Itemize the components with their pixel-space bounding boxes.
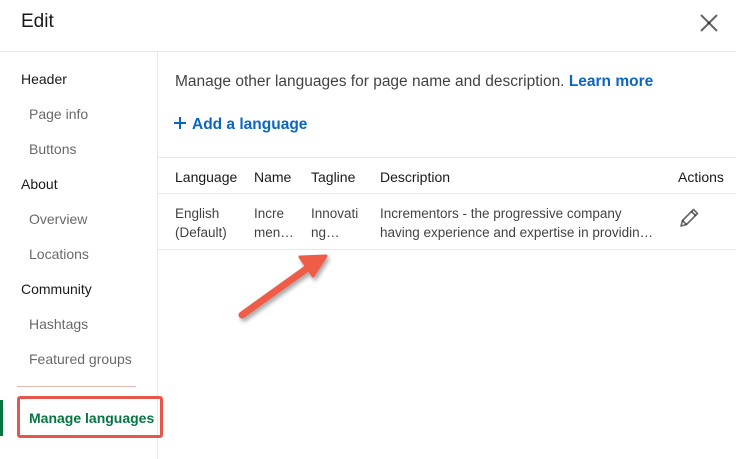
cell-language-line: English: [175, 206, 220, 221]
table-header: Language Name Tagline Description Action…: [158, 157, 736, 194]
dialog-title: Edit: [21, 11, 54, 32]
sidebar-item-manage-languages[interactable]: Manage languages: [29, 410, 154, 426]
column-header-actions: Actions: [678, 169, 724, 185]
column-header-description: Description: [380, 169, 451, 185]
sidebar-divider: [17, 386, 136, 387]
cell-name: Incre men…: [254, 204, 294, 242]
sidebar-item-locations[interactable]: Locations: [29, 246, 89, 262]
cell-description: Incrementors - the progressive company h…: [380, 204, 653, 242]
plus-icon: [173, 116, 187, 130]
sidebar-nav: Header Page info Buttons About Overview …: [0, 52, 163, 459]
sidebar-item-hashtags[interactable]: Hashtags: [29, 316, 88, 332]
add-language-label: Add a language: [192, 116, 308, 133]
sidebar-section-community: Community: [21, 281, 92, 297]
cell-language-line: (Default): [175, 225, 227, 240]
cell-tagline: Innovati ng…: [311, 204, 358, 242]
cell-tagline-line: Innovati: [311, 206, 359, 221]
cell-tagline-line: ng…: [311, 225, 340, 240]
sidebar-item-featured-groups[interactable]: Featured groups: [29, 351, 132, 367]
sidebar-item-overview[interactable]: Overview: [29, 211, 87, 227]
learn-more-link[interactable]: Learn more: [569, 73, 653, 90]
column-header-name: Name: [254, 169, 292, 185]
main-panel: Manage other languages for page name and…: [158, 52, 736, 459]
sidebar-item-page-info[interactable]: Page info: [29, 106, 88, 122]
intro-text: Manage other languages for page name and…: [175, 73, 653, 91]
sidebar-section-about: About: [21, 176, 58, 192]
cell-name-line: Incre: [254, 206, 285, 221]
add-language-button[interactable]: Add a language: [173, 115, 307, 134]
column-header-language: Language: [175, 169, 238, 185]
intro-description: Manage other languages for page name and…: [175, 73, 565, 90]
sidebar-section-header: Header: [21, 71, 67, 87]
pencil-icon[interactable]: [676, 205, 702, 231]
column-header-tagline: Tagline: [311, 169, 356, 185]
cell-description-line: Incrementors - the progressive company: [380, 206, 622, 221]
table-row: English (Default) Incre men… Innovati ng…: [158, 194, 736, 250]
active-indicator: [0, 400, 3, 436]
cell-language: English (Default): [175, 204, 227, 242]
cell-name-line: men…: [254, 225, 294, 240]
sidebar-item-buttons[interactable]: Buttons: [29, 141, 76, 157]
cell-description-line: having experience and expertise in provi…: [380, 225, 654, 240]
close-icon[interactable]: [694, 8, 724, 38]
dialog-header: Edit: [0, 0, 736, 52]
